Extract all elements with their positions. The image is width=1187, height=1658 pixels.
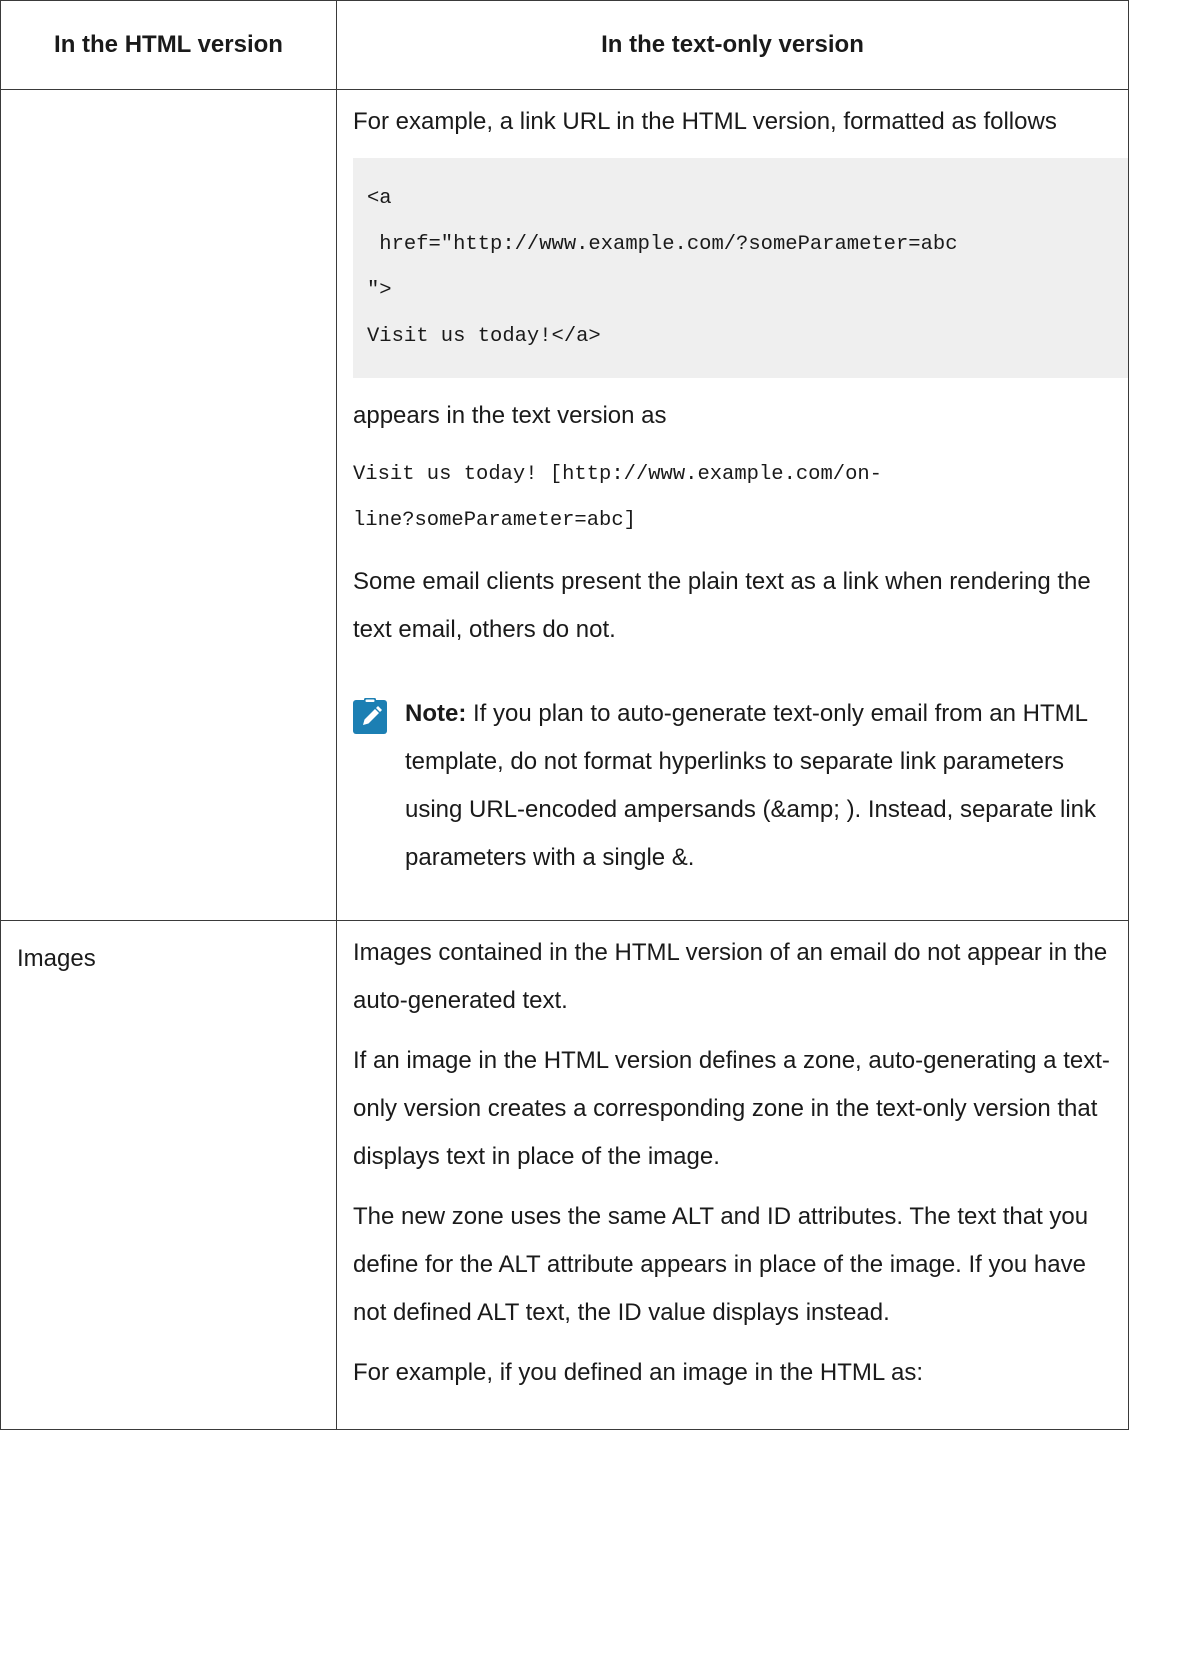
images-paragraph: Images contained in the HTML version of … bbox=[353, 939, 1108, 1014]
note-text: If you plan to auto-generate text-only e… bbox=[405, 700, 1097, 871]
pencil-note-icon bbox=[353, 698, 387, 734]
images-paragraph: If an image in the HTML version defines … bbox=[353, 1047, 1110, 1170]
note-box: Note: If you plan to auto-generate text-… bbox=[353, 690, 1128, 882]
html-code-block: <a href="http://www.example.com/?somePar… bbox=[353, 158, 1128, 378]
mono-line: line?someParameter=abc] bbox=[353, 509, 636, 532]
note-label: Note: bbox=[405, 700, 467, 727]
mono-line: Visit us today! [http://www.example.com/… bbox=[353, 463, 882, 486]
images-paragraph: For example, if you defined an image in … bbox=[353, 1359, 924, 1386]
code-line: <a bbox=[367, 187, 392, 210]
code-line: "> bbox=[367, 279, 392, 302]
link-example-intro: For example, a link URL in the HTML vers… bbox=[353, 108, 1057, 135]
row1-col2-cell: For example, a link URL in the HTML vers… bbox=[336, 89, 1129, 921]
appears-text: appears in the text version as bbox=[353, 402, 667, 429]
code-line: href="http://www.example.com/?someParame… bbox=[367, 233, 958, 256]
table-header-row: In the HTML version In the text-only ver… bbox=[0, 0, 1129, 90]
comparison-table: In the HTML version In the text-only ver… bbox=[0, 0, 1129, 1430]
header-html-version: In the HTML version bbox=[0, 0, 337, 90]
text-version-output: Visit us today! [http://www.example.com/… bbox=[353, 452, 1128, 544]
images-paragraph: The new zone uses the same ALT and ID at… bbox=[353, 1203, 1089, 1326]
table-row: For example, a link URL in the HTML vers… bbox=[0, 89, 1129, 921]
header-text-only-version: In the text-only version bbox=[336, 0, 1129, 90]
row1-col1-cell bbox=[0, 89, 337, 921]
row2-col2-cell: Images contained in the HTML version of … bbox=[336, 920, 1129, 1430]
code-line: Visit us today!</a> bbox=[367, 325, 601, 348]
row2-col1-cell: Images bbox=[0, 920, 337, 1430]
email-clients-text: Some email clients present the plain tex… bbox=[353, 568, 1091, 643]
table-row: Images Images contained in the HTML vers… bbox=[0, 920, 1129, 1430]
